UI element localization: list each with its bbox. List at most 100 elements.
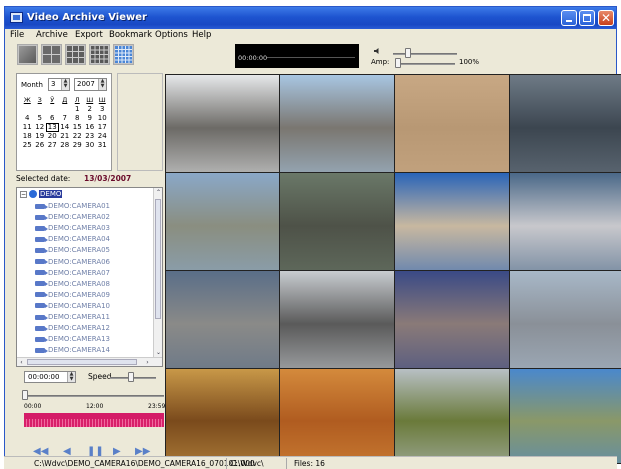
calendar-day[interactable]: 23: [84, 132, 97, 141]
calendar-day[interactable]: 3: [96, 105, 109, 114]
calendar-day[interactable]: 16: [84, 123, 97, 132]
minimize-button[interactable]: [561, 10, 577, 26]
tree-item-camera[interactable]: DEMO:CAMERA01: [35, 202, 110, 213]
amp-slider-thumb[interactable]: [405, 48, 411, 58]
tree-item-camera[interactable]: DEMO:CAMERA13: [35, 335, 110, 346]
layout-3x3-button[interactable]: [65, 44, 86, 65]
tree-item-camera[interactable]: DEMO:CAMERA02: [35, 213, 110, 224]
tree-item-camera[interactable]: DEMO:CAMERA05: [35, 246, 110, 257]
calendar-day[interactable]: 6: [46, 114, 59, 123]
amp-level-thumb[interactable]: [395, 58, 401, 68]
calendar-day[interactable]: 20: [46, 132, 59, 141]
calendar-day[interactable]: 5: [34, 114, 47, 123]
calendar-day[interactable]: 27: [46, 141, 59, 150]
title-bar[interactable]: Video Archive Viewer ✕: [5, 7, 616, 29]
camera-tile-08[interactable]: [510, 173, 621, 270]
camera-tile-15[interactable]: [395, 369, 509, 463]
calendar-day[interactable]: 21: [59, 132, 72, 141]
calendar-day[interactable]: 11: [21, 123, 34, 132]
layout-1x1-button[interactable]: [17, 44, 38, 65]
menu-help[interactable]: Help: [192, 30, 211, 40]
calendar-day[interactable]: 29: [71, 141, 84, 150]
calendar-day[interactable]: 18: [21, 132, 34, 141]
calendar-day[interactable]: 28: [59, 141, 72, 150]
calendar-day[interactable]: 31: [96, 141, 109, 150]
playback-time-field[interactable]: 00:00:00 ▲ ▼: [24, 371, 76, 383]
camera-tile-09[interactable]: [166, 271, 279, 368]
menu-export[interactable]: Export: [75, 30, 103, 40]
maximize-button[interactable]: [579, 10, 595, 26]
tree-item-camera[interactable]: DEMO:CAMERA14: [35, 346, 110, 357]
camera-tile-12[interactable]: [510, 271, 621, 368]
tree-item-camera[interactable]: DEMO:CAMERA10: [35, 302, 110, 313]
tree-item-camera[interactable]: DEMO:CAMERA09: [35, 291, 110, 302]
scroll-right-icon[interactable]: ›: [143, 358, 152, 366]
menu-options[interactable]: Options: [155, 30, 188, 40]
scroll-up-icon[interactable]: ⌃: [154, 188, 162, 197]
camera-tile-02[interactable]: [280, 75, 394, 172]
close-button[interactable]: ✕: [598, 10, 614, 26]
camera-tile-13[interactable]: [166, 369, 279, 463]
layout-5x5-button[interactable]: [113, 44, 134, 65]
month-spin-arrows[interactable]: ▲ ▼: [61, 79, 69, 90]
speed-slider-thumb[interactable]: [128, 372, 134, 382]
calendar-day[interactable]: 30: [84, 141, 97, 150]
tree-item-camera[interactable]: DEMO:CAMERA07: [35, 269, 110, 280]
calendar-day[interactable]: 7: [59, 114, 72, 123]
tree-vscroll-thumb[interactable]: [155, 199, 161, 319]
month-spinner[interactable]: 3 ▲ ▼: [48, 78, 70, 91]
calendar-day[interactable]: 26: [34, 141, 47, 150]
tree-horizontal-scrollbar[interactable]: ‹ ›: [17, 357, 162, 366]
camera-tile-07[interactable]: [395, 173, 509, 270]
calendar-day[interactable]: 10: [96, 114, 109, 123]
recording-timeline[interactable]: [24, 413, 164, 427]
camera-tile-16[interactable]: [510, 369, 621, 463]
speaker-icon[interactable]: [373, 47, 381, 55]
time-spin-arrows[interactable]: ▲ ▼: [67, 372, 75, 382]
camera-tile-03[interactable]: [395, 75, 509, 172]
tree-item-camera[interactable]: DEMO:CAMERA06: [35, 258, 110, 269]
year-spin-arrows[interactable]: ▲ ▼: [98, 79, 106, 90]
layout-4x4-button[interactable]: [89, 44, 110, 65]
calendar-day[interactable]: 19: [34, 132, 47, 141]
calendar-day[interactable]: 17: [96, 123, 109, 132]
calendar-day[interactable]: 14: [59, 123, 72, 132]
position-slider-thumb[interactable]: [22, 390, 28, 400]
tree-item-camera[interactable]: DEMO:CAMERA11: [35, 313, 110, 324]
tree-root[interactable]: − DEMO: [20, 190, 63, 200]
camera-tile-06[interactable]: [280, 173, 394, 270]
camera-tile-01[interactable]: [166, 75, 279, 172]
calendar-day[interactable]: 25: [21, 141, 34, 150]
camera-tile-05[interactable]: [166, 173, 279, 270]
calendar-day[interactable]: 15: [71, 123, 84, 132]
tree-item-camera[interactable]: DEMO:CAMERA12: [35, 324, 110, 335]
year-spinner[interactable]: 2007 ▲ ▼: [74, 78, 107, 91]
camera-tile-10[interactable]: [280, 271, 394, 368]
calendar-day[interactable]: 2: [84, 105, 97, 114]
calendar-day-selected[interactable]: 13: [46, 123, 59, 132]
calendar-day[interactable]: 8: [71, 114, 84, 123]
menu-bookmark[interactable]: Bookmark: [109, 30, 152, 40]
tree-item-camera[interactable]: DEMO:CAMERA04: [35, 235, 110, 246]
scroll-down-icon[interactable]: ⌄: [154, 348, 162, 357]
tree-hscroll-thumb[interactable]: [27, 359, 137, 365]
layout-2x2-button[interactable]: [41, 44, 62, 65]
calendar-day[interactable]: 9: [84, 114, 97, 123]
calendar-day[interactable]: 24: [96, 132, 109, 141]
camera-tile-11[interactable]: [395, 271, 509, 368]
amp-level-track[interactable]: [395, 63, 455, 65]
camera-tile-04[interactable]: [510, 75, 621, 172]
tree-item-camera[interactable]: DEMO:CAMERA08: [35, 280, 110, 291]
calendar-day[interactable]: 12: [34, 123, 47, 132]
tree-item-camera[interactable]: DEMO:CAMERA03: [35, 224, 110, 235]
menu-archive[interactable]: Archive: [36, 30, 68, 40]
position-slider-track[interactable]: [24, 395, 164, 397]
amp-slider-track[interactable]: [393, 53, 457, 55]
camera-tile-14[interactable]: [280, 369, 394, 463]
scroll-left-icon[interactable]: ‹: [17, 358, 26, 366]
calendar-day[interactable]: 1: [71, 105, 84, 114]
collapse-icon[interactable]: −: [20, 190, 27, 198]
calendar-day[interactable]: 22: [71, 132, 84, 141]
tree-vertical-scrollbar[interactable]: ⌃ ⌄: [153, 188, 162, 358]
menu-file[interactable]: File: [10, 30, 24, 40]
